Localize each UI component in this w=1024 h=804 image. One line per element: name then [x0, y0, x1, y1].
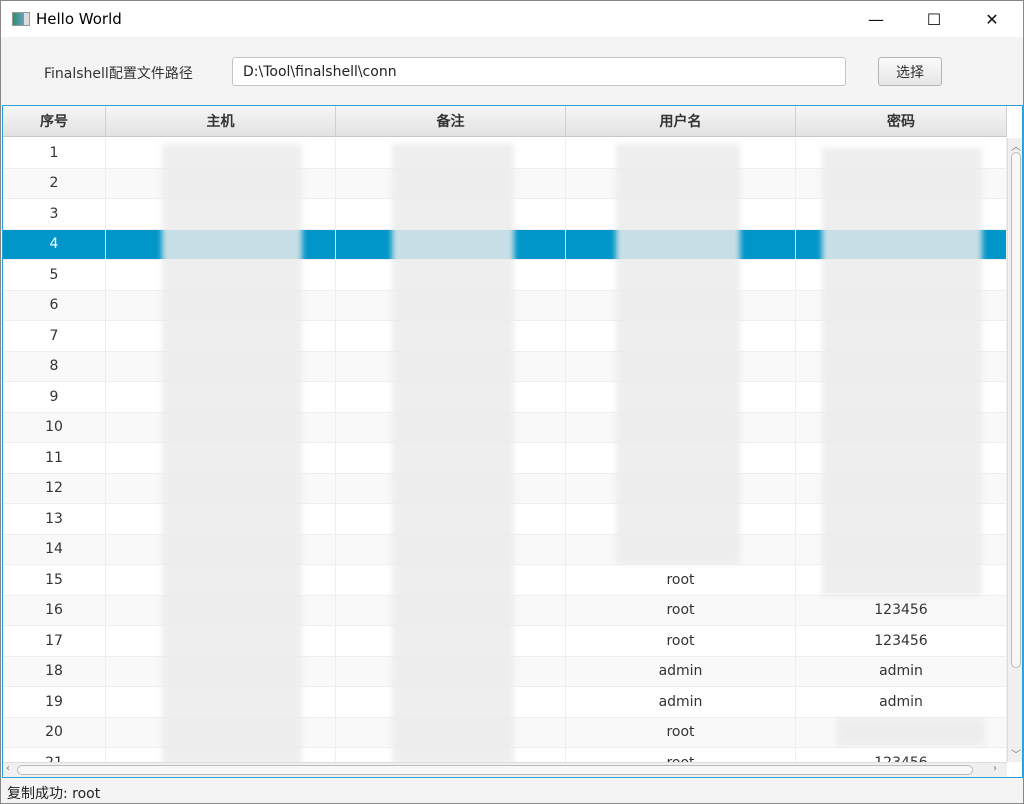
cell-no[interactable]: 1	[3, 138, 106, 168]
blurred-password-column	[822, 148, 982, 596]
status-bar: 复制成功: root	[7, 786, 101, 802]
app-icon	[12, 12, 30, 26]
column-header-host[interactable]: 主机	[106, 106, 336, 136]
maximize-button[interactable]: ☐	[911, 1, 957, 37]
cell-no[interactable]: 18	[3, 656, 106, 686]
cell-no[interactable]: 11	[3, 443, 106, 473]
column-header-password[interactable]: 密码	[796, 106, 1007, 136]
cell-pass[interactable]: 123456	[796, 626, 1007, 656]
cell-no[interactable]: 2	[3, 168, 106, 198]
vertical-scrollbar[interactable]: ︿ ﹀	[1007, 138, 1022, 762]
cell-no[interactable]: 10	[3, 412, 106, 442]
blurred-password-cell	[837, 718, 985, 746]
cell-pass[interactable]: 123456	[796, 595, 1007, 625]
minimize-button[interactable]: —	[853, 1, 899, 37]
close-button[interactable]: ✕	[969, 1, 1015, 37]
cell-no[interactable]: 14	[3, 534, 106, 564]
choose-button[interactable]: 选择	[878, 57, 942, 86]
config-path-input[interactable]	[232, 57, 846, 86]
cell-no[interactable]: 4	[3, 229, 106, 259]
cell-no[interactable]: 17	[3, 626, 106, 656]
cell-no[interactable]: 13	[3, 504, 106, 534]
cell-no[interactable]: 3	[3, 199, 106, 229]
cell-no[interactable]: 5	[3, 260, 106, 290]
window-title: Hello World	[36, 10, 122, 28]
scroll-right-icon[interactable]: ›	[993, 763, 997, 774]
blurred-user-column	[616, 144, 740, 564]
cell-user[interactable]: root	[566, 595, 796, 625]
cell-no[interactable]: 15	[3, 565, 106, 595]
cell-no[interactable]: 20	[3, 717, 106, 747]
horizontal-scroll-thumb[interactable]	[17, 765, 973, 775]
cell-no[interactable]: 7	[3, 321, 106, 351]
cell-user[interactable]: admin	[566, 656, 796, 686]
column-header-user[interactable]: 用户名	[566, 106, 796, 136]
scroll-down-icon[interactable]: ﹀	[1011, 746, 1021, 761]
cell-user[interactable]: root	[566, 626, 796, 656]
vertical-scroll-thumb[interactable]	[1011, 152, 1021, 668]
cell-user[interactable]: admin	[566, 687, 796, 717]
title-bar: Hello World — ☐ ✕	[1, 1, 1023, 37]
connections-table: 序号 主机 备注 用户名 密码 1 2 3 4 5 6 7 8 9 10 11 12 13 14 15 roo…	[2, 105, 1023, 778]
cell-no[interactable]: 16	[3, 595, 106, 625]
scroll-left-icon[interactable]: ‹	[6, 763, 10, 774]
path-label: Finalshell配置文件路径	[44, 66, 193, 82]
scroll-up-icon[interactable]: ︿	[1011, 138, 1021, 153]
column-header-no[interactable]: 序号	[3, 106, 106, 136]
column-header-note[interactable]: 备注	[336, 106, 566, 136]
table-header: 序号 主机 备注 用户名 密码	[3, 106, 1007, 137]
cell-no[interactable]: 19	[3, 687, 106, 717]
cell-no[interactable]: 8	[3, 351, 106, 381]
blurred-note-column	[392, 144, 514, 764]
cell-no[interactable]: 9	[3, 382, 106, 412]
cell-no[interactable]: 12	[3, 473, 106, 503]
blurred-host-column	[162, 144, 302, 764]
cell-pass[interactable]: admin	[796, 656, 1007, 686]
cell-user[interactable]: root	[566, 717, 796, 747]
toolbar: Finalshell配置文件路径 选择	[1, 37, 1023, 105]
cell-user[interactable]: root	[566, 565, 796, 595]
horizontal-scrollbar[interactable]: ‹ ›	[3, 762, 1007, 777]
cell-no[interactable]: 6	[3, 290, 106, 320]
cell-pass[interactable]: admin	[796, 687, 1007, 717]
